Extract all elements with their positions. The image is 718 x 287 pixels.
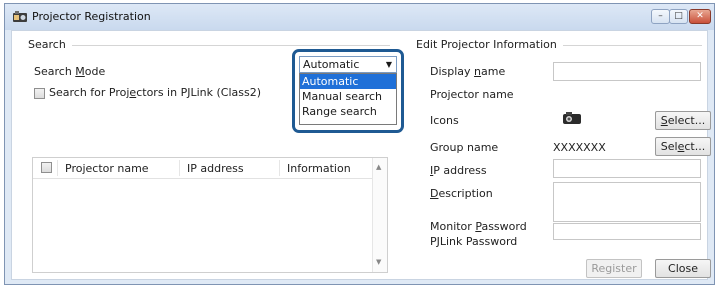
search-mode-select[interactable]: Automatic search ▼	[299, 56, 397, 86]
search-mode-label: Search Mode	[34, 65, 106, 78]
option-range-search[interactable]: Range search	[300, 104, 396, 119]
scroll-up-icon[interactable]: ▲	[376, 163, 381, 171]
password-input[interactable]	[553, 223, 701, 240]
dialog-body: Search Search Mode Search for Projectors…	[11, 30, 711, 280]
close-window-button[interactable]: ✕	[689, 9, 711, 24]
search-mode-dropdown: Automatic search Manual search Range sea…	[299, 73, 397, 125]
ip-address-label: IP address	[430, 164, 487, 177]
description-input[interactable]	[553, 182, 701, 222]
select-all-checkbox[interactable]	[41, 162, 52, 173]
pjlink-class2-label: Search for Projectors in PJLink (Class2)	[49, 86, 261, 99]
table-header: Projector name IP address Information	[33, 158, 373, 179]
search-mode-highlight: Automatic search ▼ Automatic search Manu…	[292, 49, 404, 133]
edit-group-label: Edit Projector Information	[416, 38, 563, 51]
group-name-label: Group name	[430, 141, 499, 154]
projector-name-label: Projector name	[430, 88, 514, 101]
column-header-information[interactable]: Information	[287, 162, 351, 175]
close-button[interactable]: Close	[655, 259, 711, 278]
group-select-button[interactable]: Select...	[655, 137, 711, 156]
column-separator	[279, 160, 280, 176]
icons-select-button[interactable]: Select...	[655, 111, 711, 130]
pjlink-class2-checkbox[interactable]	[34, 88, 45, 99]
display-name-label: Display name	[430, 65, 506, 78]
table-scrollbar[interactable]: ▲ ▼	[372, 158, 387, 272]
pjlink-password-label: PJLink Password	[430, 235, 518, 248]
option-manual-search[interactable]: Manual search	[300, 89, 396, 104]
monitor-password-label: Monitor Password	[430, 220, 527, 233]
option-automatic-search[interactable]: Automatic search	[300, 74, 396, 103]
ip-address-input[interactable]	[553, 159, 701, 178]
group-name-value: XXXXXXX	[553, 141, 606, 154]
projector-icon	[563, 112, 581, 124]
maximize-button[interactable]: □	[669, 9, 688, 24]
window-title: Projector Registration	[32, 10, 151, 23]
projector-registration-window: Projector Registration – □ ✕ Search Sear…	[4, 3, 715, 285]
icons-label: Icons	[430, 114, 459, 127]
projector-app-icon	[13, 11, 27, 22]
chevron-down-icon: ▼	[385, 60, 392, 69]
minimize-button[interactable]: –	[651, 9, 670, 24]
column-separator	[179, 160, 180, 176]
column-header-ip-address[interactable]: IP address	[187, 162, 244, 175]
scroll-down-icon[interactable]: ▼	[376, 258, 381, 266]
register-button[interactable]: Register	[586, 259, 642, 278]
column-header-projector-name[interactable]: Projector name	[65, 162, 149, 175]
projector-list-table[interactable]: Projector name IP address Information ▲ …	[32, 157, 388, 273]
title-bar[interactable]: Projector Registration – □ ✕	[5, 4, 714, 30]
column-separator	[57, 160, 58, 176]
search-group-label: Search	[28, 38, 72, 51]
description-label: Description	[430, 187, 493, 200]
search-group-divider	[28, 45, 390, 46]
display-name-input[interactable]	[553, 62, 701, 81]
